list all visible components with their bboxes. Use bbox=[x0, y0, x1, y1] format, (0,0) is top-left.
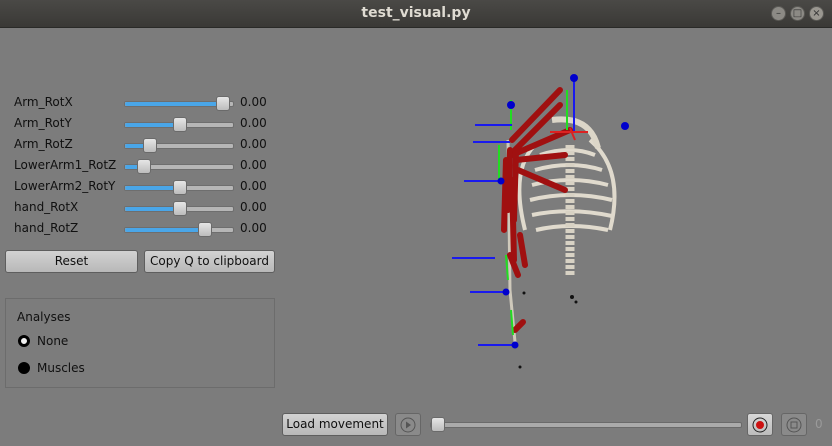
progress-handle[interactable] bbox=[431, 417, 445, 432]
slider-handle[interactable] bbox=[173, 180, 187, 195]
radio-none[interactable] bbox=[18, 335, 30, 347]
slider-fill bbox=[125, 207, 179, 211]
skeleton-model-render bbox=[452, 74, 629, 369]
slider-label: Arm_RotY bbox=[14, 116, 72, 130]
slider-row: LowerArm1_RotZ 0.00 bbox=[14, 158, 284, 174]
slider-track[interactable] bbox=[124, 180, 234, 195]
slider-track[interactable] bbox=[124, 96, 234, 111]
slider-row: LowerArm2_RotY 0.00 bbox=[14, 179, 284, 195]
slider-handle[interactable] bbox=[216, 96, 231, 111]
slider-row: Arm_RotX 0.00 bbox=[14, 95, 284, 111]
slider-handle[interactable] bbox=[173, 201, 187, 216]
slider-label: LowerArm1_RotZ bbox=[14, 158, 117, 172]
slider-row: hand_RotZ 0.00 bbox=[14, 221, 284, 237]
slider-value: 0.00 bbox=[240, 95, 267, 109]
slider-label: hand_RotZ bbox=[14, 221, 79, 235]
play-icon bbox=[400, 417, 416, 433]
slider-label: Arm_RotX bbox=[14, 95, 73, 109]
slider-track[interactable] bbox=[124, 159, 234, 174]
close-button[interactable]: × bbox=[809, 6, 824, 21]
slider-label: hand_RotX bbox=[14, 200, 79, 214]
slider-value: 0.00 bbox=[240, 200, 267, 214]
slider-value: 0.00 bbox=[240, 221, 267, 235]
slider-row: Arm_RotY 0.00 bbox=[14, 116, 284, 132]
slider-fill bbox=[125, 186, 179, 190]
frame-counter: 0 bbox=[815, 417, 823, 431]
slider-row: hand_RotX 0.00 bbox=[14, 200, 284, 216]
slider-fill bbox=[125, 123, 179, 127]
record-button[interactable] bbox=[747, 413, 773, 436]
model-3d-viewer[interactable] bbox=[440, 60, 660, 380]
slider-handle[interactable] bbox=[197, 222, 212, 237]
slider-fill bbox=[125, 102, 223, 106]
slider-value: 0.00 bbox=[240, 137, 267, 151]
maximize-button[interactable]: □ bbox=[790, 6, 805, 21]
slider-track[interactable] bbox=[124, 138, 234, 153]
slider-handle[interactable] bbox=[142, 138, 157, 153]
stop-button[interactable] bbox=[781, 413, 807, 436]
record-icon bbox=[752, 417, 768, 433]
reset-button[interactable]: Reset bbox=[5, 250, 138, 273]
analyses-group: Analyses None Muscles bbox=[5, 298, 275, 388]
stop-icon bbox=[786, 417, 802, 433]
title-bar: test_visual.py – □ × bbox=[0, 0, 832, 28]
copy-q-button[interactable]: Copy Q to clipboard bbox=[144, 250, 275, 273]
slider-label: LowerArm2_RotY bbox=[14, 179, 116, 193]
slider-track[interactable] bbox=[124, 201, 234, 216]
slider-value: 0.00 bbox=[240, 158, 267, 172]
slider-fill bbox=[125, 228, 204, 232]
radio-none-label: None bbox=[37, 334, 69, 348]
radio-muscles[interactable] bbox=[18, 362, 30, 374]
minimize-button[interactable]: – bbox=[771, 6, 786, 21]
slider-handle[interactable] bbox=[173, 117, 187, 132]
window-title: test_visual.py bbox=[361, 5, 471, 21]
slider-row: Arm_RotZ 0.00 bbox=[14, 137, 284, 153]
load-movement-button[interactable]: Load movement bbox=[282, 413, 388, 436]
play-button[interactable] bbox=[395, 413, 421, 436]
slider-value: 0.00 bbox=[240, 116, 267, 130]
movement-progress-slider[interactable] bbox=[430, 417, 742, 432]
slider-value: 0.00 bbox=[240, 179, 267, 193]
slider-track[interactable] bbox=[124, 222, 234, 237]
radio-muscles-label: Muscles bbox=[37, 361, 85, 375]
analyses-title: Analyses bbox=[17, 310, 71, 324]
slider-handle[interactable] bbox=[137, 159, 152, 174]
slider-track[interactable] bbox=[124, 117, 234, 132]
slider-label: Arm_RotZ bbox=[14, 137, 73, 151]
